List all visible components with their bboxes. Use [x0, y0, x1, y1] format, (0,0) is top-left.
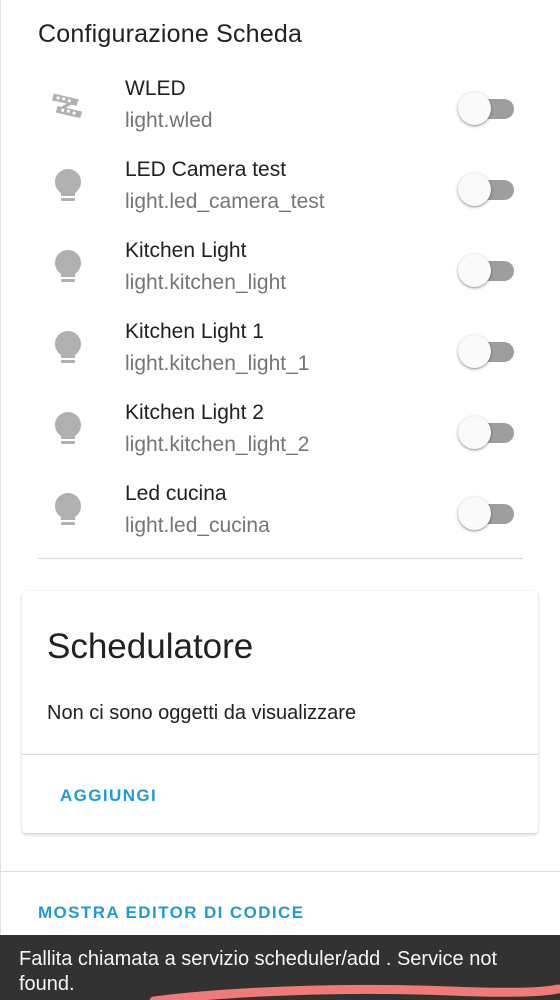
scheduler-card: Schedulatore Non ci sono oggetti da visu… [22, 591, 538, 833]
error-snackbar: Fallita chiamata a servizio scheduler/ad… [0, 935, 560, 1000]
entity-id: light.kitchen_light [125, 271, 287, 294]
card-divider [22, 754, 538, 755]
entity-toggle[interactable] [458, 415, 518, 449]
entity-id: light.led_cucina [125, 514, 270, 537]
list-divider [38, 558, 523, 559]
entity-list: WLED light.wled LED Camera test light.le… [0, 66, 560, 552]
card-title: Schedulatore [47, 627, 254, 666]
entity-id: light.kitchen_light_2 [125, 433, 310, 456]
red-underline-annotation [150, 984, 560, 1000]
lightbulb-icon [52, 167, 84, 203]
toggle-thumb [458, 92, 491, 125]
entity-toggle[interactable] [458, 91, 518, 125]
lightbulb-icon [52, 410, 84, 446]
entity-toggle[interactable] [458, 334, 518, 368]
entity-toggle[interactable] [458, 172, 518, 206]
footer-divider [0, 871, 560, 872]
entity-id: light.led_camera_test [125, 190, 325, 213]
entity-row[interactable]: Kitchen Light light.kitchen_light [0, 228, 560, 309]
entity-id: light.kitchen_light_1 [125, 352, 310, 375]
empty-message: Non ci sono oggetti da visualizzare [47, 702, 357, 724]
entity-row[interactable]: Kitchen Light 1 light.kitchen_light_1 [0, 309, 560, 390]
lightbulb-icon [52, 329, 84, 365]
section-title: Configurazione Scheda [38, 20, 303, 48]
entity-name: Led cucina [125, 482, 227, 505]
toggle-thumb [458, 416, 491, 449]
entity-id: light.wled [125, 109, 213, 132]
show-code-editor-button[interactable]: MOSTRA EDITOR DI CODICE [38, 903, 304, 923]
entity-row[interactable]: LED Camera test light.led_camera_test [0, 147, 560, 228]
entity-name: Kitchen Light 2 [125, 401, 264, 424]
entity-name: Kitchen Light [125, 239, 247, 262]
entity-toggle[interactable] [458, 496, 518, 530]
toggle-thumb [458, 497, 491, 530]
toggle-thumb [458, 173, 491, 206]
lightbulb-icon [52, 248, 84, 284]
led-strip-icon [52, 86, 84, 122]
add-button[interactable]: AGGIUNGI [60, 786, 157, 806]
entity-name: Kitchen Light 1 [125, 320, 264, 343]
toggle-thumb [458, 335, 491, 368]
entity-name: LED Camera test [125, 158, 287, 181]
entity-name: WLED [125, 77, 186, 100]
lightbulb-icon [52, 491, 84, 527]
entity-row[interactable]: WLED light.wled [0, 66, 560, 147]
card-config-page: Configurazione Scheda WLED light.wled LE… [0, 0, 560, 1000]
entity-toggle[interactable] [458, 253, 518, 287]
entity-row[interactable]: Kitchen Light 2 light.kitchen_light_2 [0, 390, 560, 471]
toggle-thumb [458, 254, 491, 287]
entity-row[interactable]: Led cucina light.led_cucina [0, 471, 560, 552]
